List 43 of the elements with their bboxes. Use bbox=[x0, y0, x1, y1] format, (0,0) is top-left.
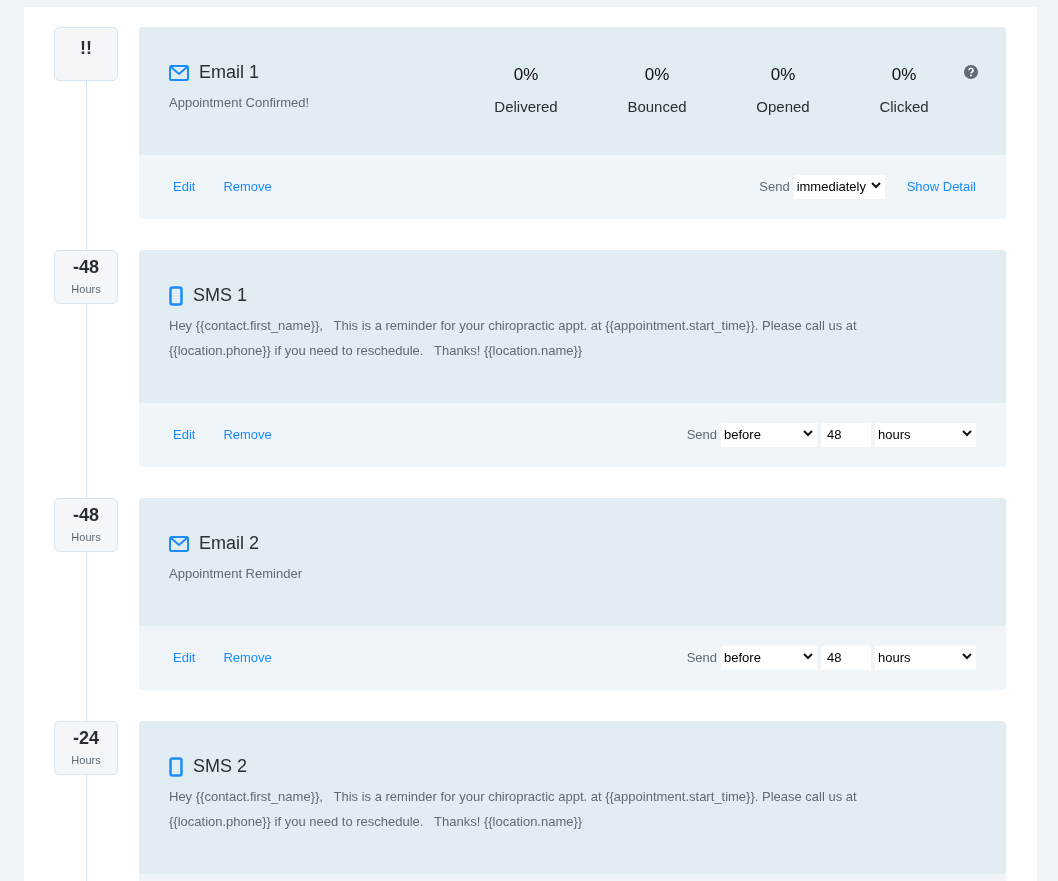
marker-unit: Hours bbox=[71, 753, 101, 769]
stat-value: 0% bbox=[891, 64, 917, 86]
amount-field[interactable]: 48 bbox=[821, 646, 871, 670]
caret-icon bbox=[870, 182, 881, 189]
caret-icon bbox=[803, 653, 813, 660]
step-title: SMS 1 bbox=[193, 284, 248, 307]
caret-icon bbox=[962, 430, 972, 437]
marker-unit: Hours bbox=[71, 530, 101, 546]
amount-field[interactable]: 48 bbox=[821, 423, 871, 447]
stat-value: 0% bbox=[644, 64, 670, 86]
send-label: Send bbox=[759, 178, 790, 197]
help-icon[interactable] bbox=[964, 65, 978, 79]
unit-select[interactable]: hours bbox=[875, 646, 976, 670]
phone-icon bbox=[169, 756, 183, 777]
step-title: SMS 2 bbox=[193, 755, 248, 778]
step-title: Email 2 bbox=[199, 532, 260, 555]
stat-label: Opened bbox=[756, 96, 810, 117]
message-text: Hey {{contact.first_name}}, This is a reminder for your chiropractic appt. at {{appointment.start_time}}. Please call us at {{location.phone}} if you need to reschedule. Thanks! {{location.name}} bbox=[169, 317, 858, 360]
message-text: Appointment Confirmed! bbox=[169, 94, 311, 112]
marker-value: -48 bbox=[73, 256, 99, 279]
envelope-icon bbox=[169, 535, 189, 552]
caret-icon bbox=[803, 430, 813, 437]
caret-icon bbox=[962, 653, 972, 660]
timing-select[interactable]: before bbox=[721, 423, 817, 447]
timing-select[interactable]: immediately bbox=[793, 175, 885, 199]
send-label: Send bbox=[686, 426, 717, 445]
stat-label: Bounced bbox=[627, 96, 687, 117]
message-text: Hey {{contact.first_name}}, This is a reminder for your chiropractic appt. at {{appointment.start_time}}. Please call us at {{location.phone}} if you need to reschedule. Thanks! {{location.name}} bbox=[169, 788, 858, 831]
message-text: Appointment Reminder bbox=[169, 565, 303, 583]
stat-value: 0% bbox=[513, 64, 539, 86]
step-title: Email 1 bbox=[199, 61, 260, 84]
phone-icon bbox=[169, 285, 183, 306]
stat-label: Delivered bbox=[494, 96, 558, 117]
send-label: Send bbox=[686, 649, 717, 668]
stat-label: Clicked bbox=[879, 96, 929, 117]
marker-value: -24 bbox=[73, 727, 99, 750]
envelope-icon bbox=[169, 64, 189, 81]
timing-select[interactable]: before bbox=[721, 646, 817, 670]
marker-value: -48 bbox=[73, 504, 99, 527]
marker-value: !! bbox=[80, 37, 92, 59]
marker-unit: Hours bbox=[71, 282, 101, 298]
unit-select[interactable]: hours bbox=[875, 423, 976, 447]
stat-value: 0% bbox=[770, 64, 796, 86]
